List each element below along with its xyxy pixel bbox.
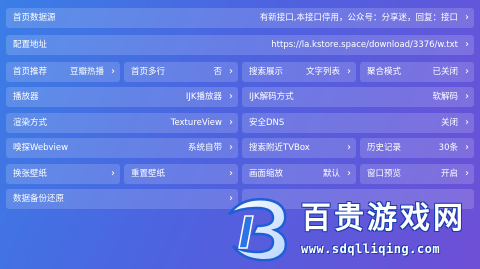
search-display-item[interactable]: 搜索展示 文字列表 › bbox=[242, 62, 356, 82]
secure-dns-item[interactable]: 安全DNS 关闭 › bbox=[242, 113, 474, 133]
player-label: 播放器 bbox=[13, 92, 39, 102]
player-value: IJK播放器 bbox=[185, 92, 222, 102]
home-multiline-item[interactable]: 首页多行 否 › bbox=[124, 62, 238, 82]
chevron-right-icon: › bbox=[465, 66, 469, 77]
site-logo-icon bbox=[228, 198, 288, 262]
chevron-right-icon: › bbox=[229, 142, 233, 153]
screen-scale-value: 默认 bbox=[322, 169, 340, 179]
homepage-source-label: 首页数据源 bbox=[13, 13, 56, 23]
chevron-right-icon: › bbox=[465, 91, 469, 102]
screen-scale-label: 画面缩放 bbox=[249, 169, 284, 179]
aggregate-mode-label: 聚合模式 bbox=[367, 67, 402, 77]
search-nearby-tvbox-item[interactable]: 搜索附近TVBox › bbox=[242, 138, 356, 158]
change-wallpaper-label: 换张壁纸 bbox=[13, 169, 48, 179]
home-multiline-value: 否 bbox=[213, 67, 222, 77]
home-recommend-value: 豆瓣热播 bbox=[69, 67, 104, 77]
watermark-title: 百贵游戏网 bbox=[301, 201, 466, 236]
search-display-value: 文字列表 bbox=[305, 67, 340, 77]
data-backup-item[interactable]: 数据备份还原 › bbox=[6, 189, 238, 209]
player-item[interactable]: 播放器 IJK播放器 › bbox=[6, 87, 238, 107]
aggregate-mode-item[interactable]: 聚合模式 已关闭 › bbox=[360, 62, 474, 82]
window-preview-value: 开启 bbox=[440, 169, 458, 179]
config-address-item[interactable]: 配置地址 https://la.kstore.space/download/33… bbox=[6, 35, 474, 55]
sniff-webview-item[interactable]: 嗅探Webview 系统自带 › bbox=[6, 138, 238, 158]
chevron-right-icon: › bbox=[111, 168, 115, 179]
history-item[interactable]: 历史记录 30条 › bbox=[360, 138, 474, 158]
secure-dns-value: 关闭 bbox=[440, 118, 458, 128]
chevron-right-icon: › bbox=[465, 168, 469, 179]
chevron-right-icon: › bbox=[229, 117, 233, 128]
search-display-label: 搜索展示 bbox=[249, 67, 284, 77]
window-preview-item[interactable]: 窗口预览 开启 › bbox=[360, 164, 474, 184]
settings-row-2: 配置地址 https://la.kstore.space/download/33… bbox=[6, 35, 474, 55]
history-value: 30条 bbox=[438, 143, 458, 153]
chevron-right-icon: › bbox=[347, 66, 351, 77]
home-recommend-item[interactable]: 首页推荐 豆瓣热播 › bbox=[6, 62, 120, 82]
change-wallpaper-item[interactable]: 换张壁纸 › bbox=[6, 164, 120, 184]
sniff-webview-value: 系统自带 bbox=[187, 143, 222, 153]
search-nearby-tvbox-label: 搜索附近TVBox bbox=[249, 143, 310, 153]
render-mode-label: 渲染方式 bbox=[13, 118, 48, 128]
watermark: 百贵游戏网 www.sdqlliqing.com bbox=[215, 188, 480, 269]
watermark-url: www.sdqlliqing.com bbox=[301, 242, 441, 256]
chevron-right-icon: › bbox=[229, 168, 233, 179]
ijk-decode-value: 软解码 bbox=[432, 92, 458, 102]
ijk-decode-item[interactable]: IJK解码方式 软解码 › bbox=[242, 87, 474, 107]
reset-wallpaper-label: 重置壁纸 bbox=[131, 169, 166, 179]
ijk-decode-label: IJK解码方式 bbox=[249, 92, 294, 102]
chevron-right-icon: › bbox=[465, 117, 469, 128]
history-label: 历史记录 bbox=[367, 143, 402, 153]
reset-wallpaper-item[interactable]: 重置壁纸 › bbox=[124, 164, 238, 184]
render-mode-value: TextureView bbox=[170, 118, 222, 128]
config-address-label: 配置地址 bbox=[13, 40, 48, 50]
chevron-right-icon: › bbox=[465, 12, 469, 23]
config-address-value: https://la.kstore.space/download/3376/w.… bbox=[271, 40, 458, 50]
settings-row-1: 首页数据源 有新接口,本接口停用，公众号：分享迷，回复：接口 › bbox=[6, 8, 474, 28]
chevron-right-icon: › bbox=[347, 142, 351, 153]
settings-row-3: 首页推荐 豆瓣热播 › 首页多行 否 › 搜索展示 文字列表 › 聚合模式 已关… bbox=[6, 62, 474, 82]
settings-row-4: 播放器 IJK播放器 › IJK解码方式 软解码 › bbox=[6, 87, 474, 107]
homepage-source-value: 有新接口,本接口停用，公众号：分享迷，回复：接口 bbox=[259, 13, 458, 23]
settings-row-5: 渲染方式 TextureView › 安全DNS 关闭 › bbox=[6, 113, 474, 133]
chevron-right-icon: › bbox=[465, 39, 469, 50]
settings-row-7: 换张壁纸 › 重置壁纸 › 画面缩放 默认 › 窗口预览 开启 › bbox=[6, 164, 474, 184]
chevron-right-icon: › bbox=[347, 168, 351, 179]
aggregate-mode-value: 已关闭 bbox=[432, 67, 458, 77]
chevron-right-icon: › bbox=[111, 66, 115, 77]
home-multiline-label: 首页多行 bbox=[131, 67, 166, 77]
screen-scale-item[interactable]: 画面缩放 默认 › bbox=[242, 164, 356, 184]
render-mode-item[interactable]: 渲染方式 TextureView › bbox=[6, 113, 238, 133]
window-preview-label: 窗口预览 bbox=[367, 169, 402, 179]
chevron-right-icon: › bbox=[465, 142, 469, 153]
chevron-right-icon: › bbox=[229, 91, 233, 102]
home-recommend-label: 首页推荐 bbox=[13, 67, 48, 77]
sniff-webview-label: 嗅探Webview bbox=[13, 143, 69, 153]
data-backup-label: 数据备份还原 bbox=[13, 194, 65, 204]
secure-dns-label: 安全DNS bbox=[249, 118, 285, 128]
chevron-right-icon: › bbox=[229, 66, 233, 77]
settings-row-6: 嗅探Webview 系统自带 › 搜索附近TVBox › 历史记录 30条 › bbox=[6, 138, 474, 158]
homepage-source-item[interactable]: 首页数据源 有新接口,本接口停用，公众号：分享迷，回复：接口 › bbox=[6, 8, 474, 28]
